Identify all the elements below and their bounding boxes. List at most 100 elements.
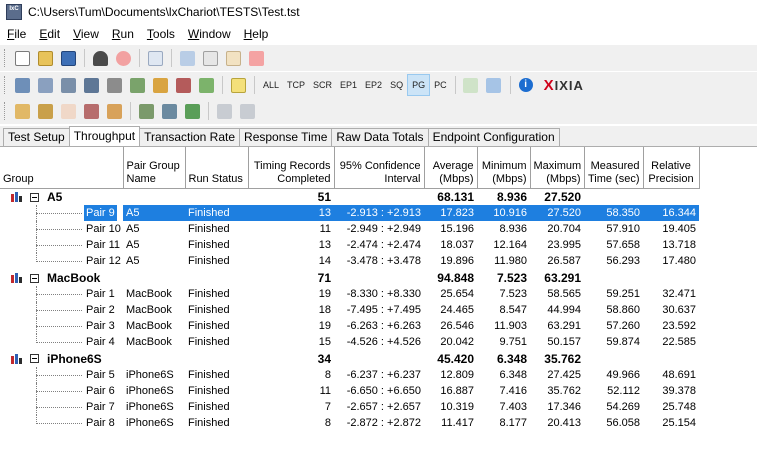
group-records: 51 bbox=[317, 189, 331, 204]
pair-row[interactable]: Pair 8 iPhone6S Finished 8 -2.872 : +2.872 11… bbox=[0, 414, 699, 431]
tab-transaction-rate[interactable]: Transaction Rate bbox=[139, 128, 241, 146]
pair-row[interactable]: Pair 12 A5 Finished 14 -3.478 : +3.478 19.896… bbox=[0, 253, 699, 269]
edit-pair-button[interactable] bbox=[57, 74, 79, 96]
pair-properties-button[interactable] bbox=[103, 100, 125, 122]
minimum-mbps: 12.164 bbox=[493, 239, 527, 252]
swap-all-button[interactable] bbox=[158, 100, 180, 122]
column-header-timing-records-completed[interactable]: Timing Records Completed bbox=[248, 147, 335, 189]
collapse-button[interactable] bbox=[236, 100, 258, 122]
group-row[interactable]: A5 51 68.131 8.936 27.520 bbox=[0, 188, 699, 205]
measured-time: 56.058 bbox=[606, 416, 640, 429]
options-button[interactable] bbox=[172, 74, 194, 96]
menu-window[interactable]: Window bbox=[181, 27, 237, 41]
menu-tools[interactable]: Tools bbox=[140, 27, 181, 41]
toolbar-grip[interactable] bbox=[4, 49, 7, 67]
delete-button[interactable] bbox=[245, 47, 267, 69]
collapse-icon[interactable] bbox=[30, 192, 39, 202]
pair-row[interactable]: Pair 9 A5 Finished 13 -2.913 : +2.913 17.823 1… bbox=[0, 205, 699, 222]
group-row[interactable]: iPhone6S 34 45.420 6.348 35.762 bbox=[0, 350, 699, 367]
menu-run[interactable]: Run bbox=[105, 27, 140, 41]
pair-row[interactable]: Pair 11 A5 Finished 13 -2.474 : +2.474 18.037… bbox=[0, 237, 699, 254]
pair-row[interactable]: Pair 5 iPhone6S Finished 8 -6.237 : +6.237 12… bbox=[0, 366, 699, 383]
network-button[interactable] bbox=[80, 74, 102, 96]
view-filter-all-button[interactable]: ALL bbox=[259, 74, 283, 96]
tab-endpoint-configuration[interactable]: Endpoint Configuration bbox=[427, 128, 560, 146]
cut-button[interactable] bbox=[176, 47, 198, 69]
pair-row[interactable]: Pair 6 iPhone6S Finished 11 -6.650 : +6.650 1… bbox=[0, 382, 699, 399]
column-header-minimum-mbps-[interactable]: Minimum (Mbps) bbox=[477, 147, 531, 189]
tab-response-time[interactable]: Response Time bbox=[239, 128, 333, 146]
save-button[interactable] bbox=[57, 47, 79, 69]
disabled-tool-button[interactable] bbox=[57, 100, 79, 122]
view-filter-tcp-button[interactable]: TCP bbox=[283, 74, 309, 96]
group-precision-cell bbox=[643, 188, 699, 205]
pair-row[interactable]: Pair 1 MacBook Finished 19 -8.330 : +8.330 25… bbox=[0, 286, 699, 303]
wizard-button[interactable] bbox=[11, 100, 33, 122]
check-button[interactable] bbox=[181, 100, 203, 122]
menu-view[interactable]: View bbox=[66, 27, 105, 41]
copy-button[interactable] bbox=[199, 47, 221, 69]
pair-row[interactable]: Pair 3 MacBook Finished 19 -6.263 : +6.263 26… bbox=[0, 318, 699, 335]
column-header-pair-group-name[interactable]: Pair Group Name bbox=[123, 147, 186, 189]
average-mbps: 12.809 bbox=[440, 368, 474, 381]
column-header-average-mbps-[interactable]: Average (Mbps) bbox=[424, 147, 478, 189]
view-filter-ep1-button[interactable]: EP1 bbox=[336, 74, 361, 96]
toolbar-grip[interactable] bbox=[4, 76, 7, 94]
paste-button[interactable] bbox=[222, 47, 244, 69]
run-button[interactable] bbox=[89, 47, 111, 69]
view-filter-scr-button[interactable]: SCR bbox=[309, 74, 336, 96]
tool-button[interactable] bbox=[34, 100, 56, 122]
print-preview-button[interactable] bbox=[144, 47, 166, 69]
collapse-icon[interactable] bbox=[30, 273, 39, 283]
refresh-button[interactable] bbox=[460, 74, 482, 96]
tab-raw-data-totals[interactable]: Raw Data Totals bbox=[331, 128, 429, 146]
hardware-button[interactable] bbox=[103, 74, 125, 96]
expand-button[interactable] bbox=[213, 100, 235, 122]
average-mbps: 20.042 bbox=[440, 336, 474, 349]
view-filter-ep2-button[interactable]: EP2 bbox=[361, 74, 386, 96]
column-header-measured-time-sec-[interactable]: Measured Time (sec) bbox=[584, 147, 644, 189]
new-file-button[interactable] bbox=[11, 47, 33, 69]
open-folder-button[interactable] bbox=[34, 47, 56, 69]
relative-precision: 17.480 bbox=[662, 255, 696, 268]
sort-button[interactable] bbox=[227, 74, 249, 96]
script-button[interactable] bbox=[126, 74, 148, 96]
add-multicast-button[interactable] bbox=[34, 74, 56, 96]
toolbar-grip[interactable] bbox=[4, 102, 7, 120]
edit-script-button[interactable] bbox=[149, 74, 171, 96]
pair-row[interactable]: Pair 2 MacBook Finished 18 -7.495 : +7.495 24… bbox=[0, 302, 699, 319]
save-results-button[interactable] bbox=[483, 74, 505, 96]
view-filter-pg-button[interactable]: PG bbox=[407, 74, 431, 96]
swap-endpoints-button[interactable] bbox=[135, 100, 157, 122]
view-filter-pc-button[interactable]: PC bbox=[430, 74, 451, 96]
column-header-95-confidence-interval[interactable]: 95% Confidence Interval bbox=[334, 147, 425, 189]
pair-row[interactable]: Pair 7 iPhone6S Finished 7 -2.657 : +2.657 10… bbox=[0, 398, 699, 415]
confidence-interval: -4.526 : +4.526 bbox=[346, 336, 421, 349]
view-filter-sq-button[interactable]: SQ bbox=[386, 74, 407, 96]
average-mbps: 16.887 bbox=[440, 384, 474, 397]
tab-test-setup[interactable]: Test Setup bbox=[3, 128, 70, 146]
tab-throughput[interactable]: Throughput bbox=[68, 126, 141, 146]
delete-pair-button[interactable] bbox=[80, 100, 102, 122]
menu-file[interactable]: File bbox=[0, 27, 32, 41]
info-button[interactable]: i bbox=[515, 74, 537, 96]
column-header-maximum-mbps-[interactable]: Maximum (Mbps) bbox=[530, 147, 585, 189]
pair-row[interactable]: Pair 4 MacBook Finished 15 -4.526 : +4.526 20… bbox=[0, 334, 699, 350]
column-header-relative-precision[interactable]: Relative Precision bbox=[643, 147, 700, 189]
collapse-icon[interactable] bbox=[30, 354, 39, 364]
add-pair-button[interactable] bbox=[11, 74, 33, 96]
column-header-run-status[interactable]: Run Status bbox=[185, 147, 249, 189]
group-bars-icon bbox=[11, 273, 22, 284]
pair-row[interactable]: Pair 10 A5 Finished 11 -2.949 : +2.949 15.196… bbox=[0, 221, 699, 238]
menu-help[interactable]: Help bbox=[237, 27, 275, 41]
group-precision-cell bbox=[643, 269, 699, 286]
average-mbps: 15.196 bbox=[440, 223, 474, 236]
confidence-interval: -6.263 : +6.263 bbox=[346, 320, 421, 333]
menu-label: elp bbox=[252, 27, 269, 41]
column-header-group[interactable]: Group bbox=[0, 147, 124, 189]
menu-edit[interactable]: Edit bbox=[32, 27, 66, 41]
stop-button[interactable] bbox=[112, 47, 134, 69]
group-button[interactable] bbox=[195, 74, 217, 96]
group-row[interactable]: MacBook 71 94.848 7.523 63.291 bbox=[0, 269, 699, 286]
minimum-mbps: 7.523 bbox=[499, 288, 527, 301]
